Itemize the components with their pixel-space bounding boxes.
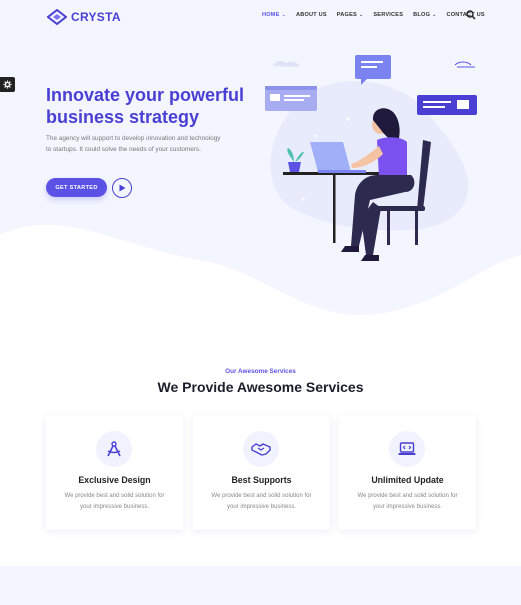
svg-text:✦: ✦ <box>345 115 352 124</box>
nav-label: ABOUT US <box>295 12 327 18</box>
main-nav: HOME ⌄ ABOUT US PAGES ⌄ SERVICES BLOG ⌄ … <box>262 12 495 18</box>
nav-label: HOME <box>262 12 280 18</box>
card-icon-wrapper <box>389 431 425 467</box>
get-started-button[interactable]: GET STARTED <box>46 178 107 197</box>
chevron-down-icon: ⌄ <box>281 12 286 18</box>
laptop-code-icon <box>398 442 416 455</box>
chevron-down-icon: ⌄ <box>358 12 364 18</box>
play-icon <box>119 184 125 192</box>
hero-title: Innovate your powerful business strategy <box>46 85 245 127</box>
service-card-update[interactable]: Unlimited Update We provide best and sol… <box>339 415 476 530</box>
chevron-down-icon: ⌄ <box>432 12 437 18</box>
hero-description: The agency will support to develop innov… <box>46 135 221 153</box>
handshake-icon <box>251 443 271 456</box>
nav-item-blog[interactable]: BLOG ⌄ <box>413 12 436 18</box>
card-description: We provide best and solid solution for y… <box>64 493 165 510</box>
svg-text:✦: ✦ <box>300 196 306 204</box>
service-card-design[interactable]: Exclusive Design We provide best and sol… <box>46 415 183 530</box>
gear-icon <box>3 80 12 89</box>
card-title: Exclusive Design <box>78 475 151 485</box>
card-description: We provide best and solid solution for y… <box>357 493 458 510</box>
nav-label: BLOG <box>413 12 431 18</box>
card-title: Best Supports <box>231 475 292 485</box>
nav-item-about[interactable]: ABOUT US <box>296 12 327 18</box>
play-video-button[interactable] <box>112 178 132 198</box>
nav-item-pages[interactable]: PAGES ⌄ <box>337 12 364 18</box>
logo-icon <box>47 9 67 25</box>
site-header: CRYSTA HOME ⌄ ABOUT US PAGES ⌄ SERVICES … <box>0 0 521 34</box>
search-icon[interactable] <box>466 10 476 20</box>
brand-logo[interactable]: CRYSTA <box>47 9 121 25</box>
card-title: Unlimited Update <box>371 475 444 485</box>
brand-name: CRYSTA <box>71 10 121 24</box>
services-subtitle: Our Awesome Services <box>225 368 296 375</box>
hero-illustration: ✦ ✦ ✦ <box>265 55 477 261</box>
svg-text:✦: ✦ <box>313 133 318 140</box>
design-compass-icon <box>107 441 121 457</box>
nav-item-home[interactable]: HOME ⌄ <box>262 12 286 18</box>
services-title: We Provide Awesome Services <box>157 379 364 395</box>
settings-toggle[interactable] <box>0 77 15 92</box>
card-description: We provide best and solid solution for y… <box>211 493 312 510</box>
nav-label: PAGES <box>336 12 357 18</box>
service-card-supports[interactable]: Best Supports We provide best and solid … <box>193 415 330 530</box>
nav-label: SERVICES <box>373 12 404 18</box>
card-icon-wrapper <box>96 431 132 467</box>
next-section-band <box>0 566 521 605</box>
nav-item-services[interactable]: SERVICES <box>373 12 403 18</box>
card-icon-wrapper <box>243 431 279 467</box>
